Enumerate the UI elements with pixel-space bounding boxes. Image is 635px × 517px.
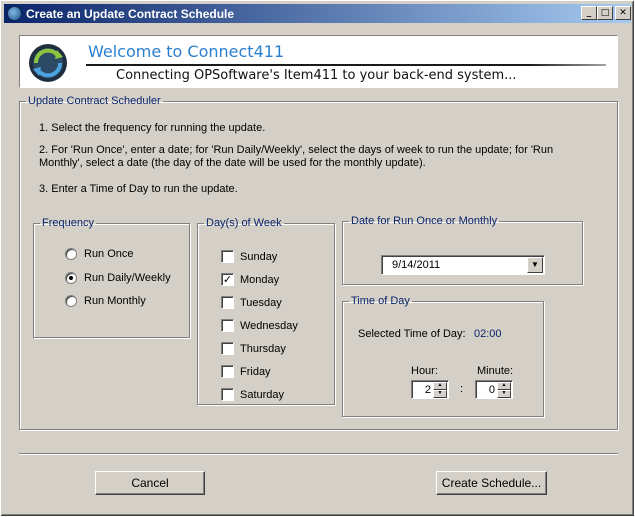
date-legend: Date for Run Once or Monthly (351, 215, 498, 227)
time-separator: : (460, 383, 464, 395)
checkbox-label: Saturday (240, 389, 285, 401)
close-icon: ✕ (619, 8, 627, 18)
instruction-step-2: 2. For 'Run Once', enter a date; for 'Ru… (39, 144, 554, 169)
welcome-heading: Welcome to Connect411 (88, 42, 285, 61)
chevron-down-icon[interactable]: ▼ (527, 257, 543, 273)
checkbox[interactable]: ✓ (221, 273, 234, 286)
radio-button[interactable] (65, 295, 77, 307)
checkbox-label: Sunday (240, 251, 278, 263)
minute-spin-buttons[interactable]: ▲ ▼ (497, 382, 511, 398)
time-legend: Time of Day (351, 295, 410, 307)
instruction-step-3: 3. Enter a Time of Day to run the update… (39, 183, 238, 195)
minute-label: Minute: (477, 365, 514, 377)
close-button[interactable]: ✕ (615, 6, 631, 20)
scheduler-legend: Update Contract Scheduler (28, 95, 161, 107)
radio-label: Run Once (84, 248, 134, 260)
connect411-logo-icon (29, 44, 67, 82)
days-legend: Day(s) of Week (206, 217, 282, 229)
checkbox[interactable] (221, 296, 234, 309)
radio-label: Run Daily/Weekly (84, 272, 171, 284)
checkbox[interactable] (221, 388, 234, 401)
footer-divider (19, 453, 618, 455)
date-picker[interactable]: 9/14/2011 ▼ (381, 255, 545, 275)
checkbox-label: Thursday (240, 343, 286, 355)
spin-down-icon[interactable]: ▼ (433, 390, 447, 398)
radio-label: Run Monthly (84, 295, 146, 307)
maximize-button[interactable]: □ (597, 6, 613, 20)
radio-button[interactable] (65, 272, 77, 284)
frequency-legend: Frequency (42, 217, 94, 229)
banner-divider (86, 64, 606, 66)
minute-stepper[interactable]: 0 ▲ ▼ (475, 380, 513, 399)
hour-value: 2 (424, 384, 431, 396)
minimize-button[interactable]: _ (581, 6, 597, 20)
window-title: Create an Update Contract Schedule (26, 7, 235, 21)
checkbox-label: Wednesday (240, 320, 298, 332)
spin-down-icon[interactable]: ▼ (497, 390, 511, 398)
check-mark-icon: ✓ (222, 273, 233, 286)
dialog-window: Create an Update Contract Schedule _ □ ✕… (0, 0, 635, 517)
title-bar[interactable]: Create an Update Contract Schedule _ □ ✕ (4, 4, 631, 23)
checkbox-label: Friday (240, 366, 271, 378)
minute-value: 0 (488, 384, 495, 396)
hour-stepper[interactable]: 2 ▲ ▼ (411, 380, 449, 399)
checkbox[interactable] (221, 342, 234, 355)
create-schedule-button[interactable]: Create Schedule... (436, 471, 547, 495)
banner-tagline: Connecting OPSoftware's Item411 to your … (116, 68, 517, 83)
spin-up-icon[interactable]: ▲ (433, 382, 447, 390)
spin-up-icon[interactable]: ▲ (497, 382, 511, 390)
date-value: 9/14/2011 (392, 259, 441, 271)
checkbox-label: Monday (240, 274, 280, 286)
maximize-icon: □ (600, 8, 610, 18)
minimize-icon: _ (586, 8, 592, 18)
cancel-button[interactable]: Cancel (95, 471, 205, 495)
instruction-step-1: 1. Select the frequency for running the … (39, 122, 266, 134)
date-group: Date for Run Once or Monthly 9/14/2011 ▼ (342, 215, 583, 285)
hour-spin-buttons[interactable]: ▲ ▼ (433, 382, 447, 398)
checkbox-label: Tuesday (240, 297, 282, 309)
checkbox[interactable] (221, 365, 234, 378)
app-icon (7, 6, 22, 21)
checkbox[interactable] (221, 319, 234, 332)
selected-time-value: 02:00 (474, 328, 502, 340)
welcome-banner: Welcome to Connect411 Connecting OPSoftw… (19, 35, 618, 88)
radio-button[interactable] (65, 248, 77, 260)
checkbox[interactable] (221, 250, 234, 263)
selected-time-label: Selected Time of Day: (358, 328, 466, 340)
hour-label: Hour: (411, 365, 438, 377)
